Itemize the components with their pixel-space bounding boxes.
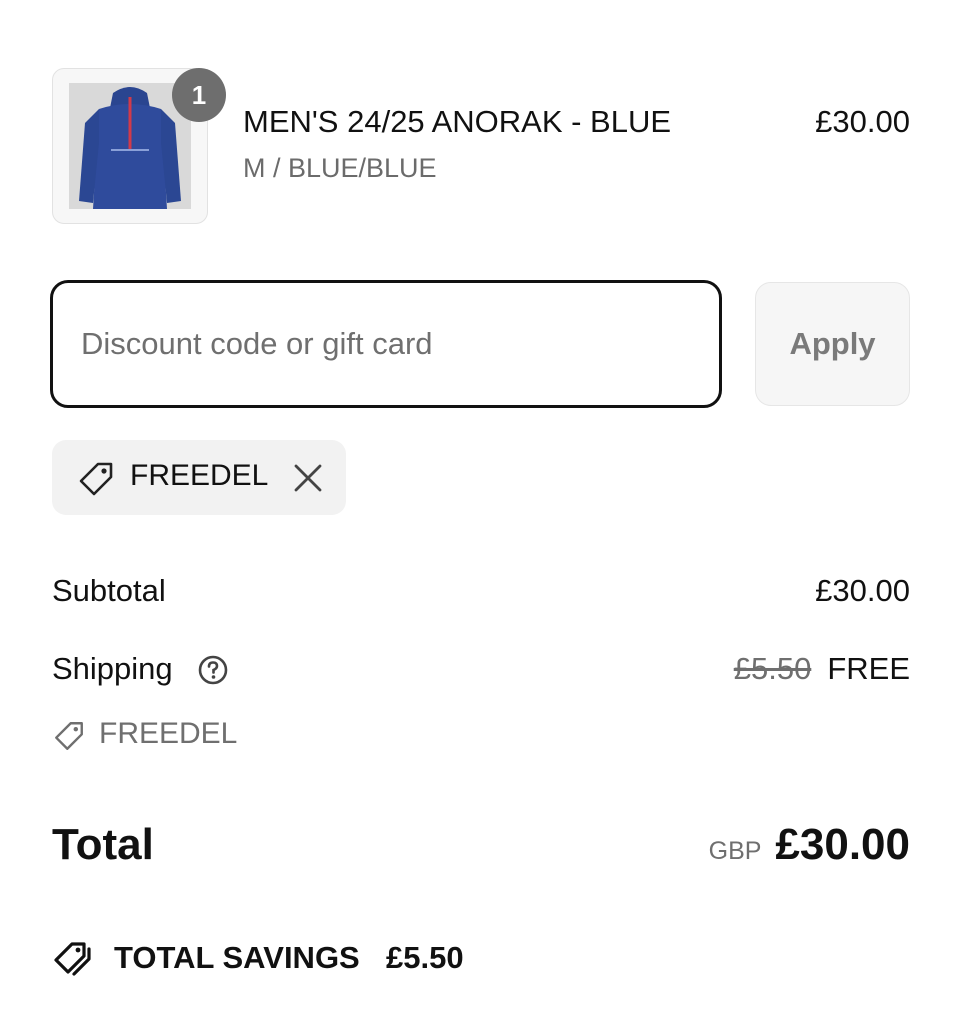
apply-discount-button[interactable]: Apply	[755, 282, 910, 406]
shipping-label: Shipping	[52, 651, 173, 686]
cart-line-item: 1 MEN'S 24/25 ANORAK - BLUE M / BLUE/BLU…	[52, 50, 910, 226]
total-label: Total	[52, 820, 154, 869]
applied-discount-code: FREEDEL	[130, 459, 269, 492]
product-title: MEN'S 24/25 ANORAK - BLUE	[243, 104, 672, 139]
shipping-original-price: £5.50	[733, 651, 812, 686]
double-tag-icon	[54, 942, 91, 976]
shipping-discount-code: FREEDEL	[99, 717, 238, 750]
product-price: £30.00	[815, 104, 910, 139]
total-savings-amount: £5.50	[386, 940, 464, 975]
discount-code-input[interactable]	[50, 280, 722, 408]
total-values: GBP £30.00	[709, 820, 910, 870]
quantity-badge: 1	[172, 68, 226, 122]
applied-discount-chip: FREEDEL	[52, 440, 346, 515]
subtotal-value: £30.00	[815, 573, 910, 608]
close-icon[interactable]	[288, 458, 328, 498]
product-variant: M / BLUE/BLUE	[243, 153, 437, 183]
subtotal-label: Subtotal	[52, 573, 166, 608]
total-currency: GBP	[708, 837, 762, 865]
total-savings-label: TOTAL SAVINGS	[114, 940, 360, 975]
total-amount: £30.00	[775, 820, 910, 869]
product-thumbnail-wrapper: 1	[52, 68, 226, 224]
question-circle-icon[interactable]	[197, 654, 229, 686]
tag-icon	[55, 722, 83, 750]
shipping-values: £5.50 FREE	[734, 651, 910, 687]
shipping-price: FREE	[827, 651, 910, 686]
tag-icon	[79, 462, 113, 496]
